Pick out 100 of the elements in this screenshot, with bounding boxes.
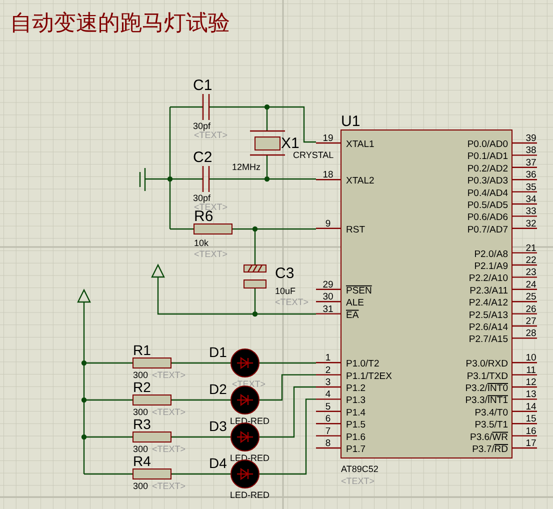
pin-number: 7	[325, 426, 331, 437]
pin-label: P2.0/A8	[474, 248, 508, 260]
junction-dot	[252, 226, 258, 232]
pin-number: 15	[526, 414, 536, 425]
pin-number: 31	[322, 304, 334, 315]
pin-label: P0.3/AD3	[467, 176, 508, 187]
led-symbol	[230, 348, 260, 378]
pin-line	[512, 313, 537, 314]
pin-number: 38	[526, 145, 536, 156]
pin-number: 21	[526, 242, 536, 254]
junction-dot	[264, 176, 270, 182]
pin-label: PSEN	[346, 285, 372, 296]
pin-label: P2.3/A11	[470, 285, 508, 296]
pin-label: P1.2	[346, 383, 366, 394]
pin-label: P2.7/A15	[468, 334, 508, 346]
pin-label: ALE	[346, 298, 364, 309]
pin-number: 30	[322, 292, 334, 303]
capacitor-symbol	[244, 264, 266, 288]
pin-number: 4	[325, 389, 331, 400]
pin-line	[512, 410, 537, 412]
pin-label: P0.5/AD5	[467, 200, 508, 211]
pin-line	[316, 423, 341, 424]
property-label: <TEXT>	[275, 297, 309, 307]
led-symbol	[230, 422, 260, 452]
pin-label: P0.2/AD2	[467, 163, 508, 174]
pin-number: 34	[526, 194, 536, 205]
pin-label: XTAL2	[346, 176, 374, 187]
pin-line	[512, 338, 537, 339]
value-label: 30pf	[193, 193, 211, 203]
pin-line	[316, 410, 341, 412]
pin-label: P2.4/A12	[468, 298, 508, 309]
value-label: 30pf	[193, 121, 211, 131]
component-label: U1	[341, 113, 360, 130]
pin-number: 28	[526, 328, 536, 340]
pin-label: P2.1/A9	[474, 261, 508, 272]
pin-label: P3.3/INT1	[465, 395, 508, 406]
pin-line	[512, 276, 537, 278]
pin-number: 14	[526, 401, 536, 412]
pin-number: 26	[526, 304, 536, 315]
pin-line	[512, 216, 537, 217]
junction-dot	[81, 360, 87, 366]
pin-number: 36	[526, 170, 536, 181]
pin-line	[316, 288, 341, 290]
pin-number: 2	[325, 364, 331, 376]
value-label: 300	[133, 444, 148, 454]
pin-label: P3.4/T0	[474, 407, 508, 418]
led-symbol	[230, 460, 260, 488]
resistor-symbol	[132, 468, 172, 480]
value-label: 10k	[194, 238, 209, 248]
part-label: LED-RED	[230, 490, 270, 500]
pin-line	[512, 362, 537, 364]
ground-symbol	[139, 167, 146, 192]
pin-line	[512, 166, 537, 168]
junction-dot	[81, 397, 87, 403]
pin-line	[512, 386, 537, 388]
pin-line	[512, 435, 537, 436]
property-label: <TEXT>	[152, 407, 186, 417]
pin-label: P3.6/WR	[470, 432, 508, 443]
pin-number: 32	[526, 218, 536, 230]
pin-number: 18	[322, 170, 334, 181]
pin-number: 17	[526, 438, 536, 449]
pin-line	[316, 374, 341, 376]
power-terminal-icon	[151, 264, 165, 278]
pin-number: 29	[322, 279, 334, 290]
pin-number: 27	[526, 316, 536, 327]
part-label: AT89C52	[341, 464, 378, 474]
value-label: 300	[133, 370, 148, 380]
pin-label: P0.1/AD1	[467, 151, 508, 162]
pin-line	[512, 288, 537, 290]
pin-line	[512, 252, 537, 254]
power-terminal-icon	[77, 288, 91, 303]
resistor-symbol	[132, 358, 172, 368]
pin-line	[316, 398, 341, 400]
pin-line	[316, 142, 341, 144]
pin-label: P1.4	[346, 407, 366, 418]
property-label: <TEXT>	[194, 202, 228, 212]
resistor-symbol	[132, 394, 172, 406]
pin-line	[512, 191, 537, 192]
led-symbol	[230, 386, 260, 414]
pin-number: 11	[526, 364, 536, 376]
schematic-title: 自动变速的跑马灯试验	[10, 11, 230, 36]
junction-dot	[252, 311, 258, 317]
pin-label: RST	[346, 224, 365, 236]
pin-line	[512, 398, 537, 400]
pin-line	[512, 264, 537, 266]
pin-number: 23	[526, 267, 536, 278]
pin-label: P2.6/A14	[468, 322, 508, 333]
pin-label: P0.4/AD4	[467, 188, 508, 199]
pin-line	[316, 447, 341, 449]
pin-label: P3.1/TXD	[466, 370, 508, 382]
pin-label: P0.7/AD7	[467, 224, 508, 236]
value-label: 12MHz	[232, 162, 261, 172]
pin-number: 37	[526, 157, 536, 168]
pin-number: 22	[526, 255, 536, 266]
pin-line	[316, 362, 341, 364]
property-label: <TEXT>	[152, 481, 186, 491]
pin-label: P3.2/INT0	[465, 383, 508, 394]
pin-number: 9	[325, 218, 331, 230]
pin-line	[316, 313, 341, 314]
component-label: D1	[209, 344, 227, 360]
